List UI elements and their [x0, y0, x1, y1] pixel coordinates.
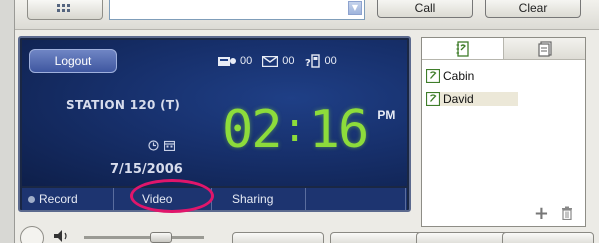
volume-slider-thumb[interactable]	[150, 232, 172, 243]
bottom-button-2[interactable]	[330, 232, 422, 243]
video-highlight-annotation	[130, 179, 214, 213]
chevron-down-icon[interactable]: ▼	[348, 1, 362, 15]
contacts-panel: Cabin David +	[421, 37, 586, 227]
tab-sharing[interactable]: Sharing	[212, 188, 306, 210]
calendar-icon[interactable]	[164, 140, 175, 151]
contact-icon	[426, 69, 440, 83]
call-button[interactable]: Call	[377, 0, 473, 18]
tab-contacts[interactable]	[422, 38, 504, 59]
contact-name: David	[440, 92, 518, 106]
message-count: 00	[282, 55, 295, 67]
contact-row-cabin[interactable]: Cabin	[426, 66, 581, 86]
voicemail-count: 00	[240, 55, 253, 67]
envelope-icon	[262, 55, 279, 67]
contact-icon	[426, 92, 440, 106]
phone-display-panel: Logout 00 00 ? 00 STATION 120 (T) 7/15/2…	[18, 36, 411, 212]
function-tab-strip: Record Video Sharing	[22, 188, 407, 210]
status-indicators: 00 00 ? 00	[218, 54, 347, 68]
clock-ampm: PM	[377, 108, 396, 122]
missed-calls-count: 00	[324, 55, 337, 67]
contacts-tabs	[422, 38, 585, 60]
date-display: 7/15/2006	[110, 162, 183, 177]
voicemail-status[interactable]: 00	[218, 55, 252, 67]
dialpad-button[interactable]	[27, 0, 103, 20]
clear-button[interactable]: Clear	[485, 0, 581, 18]
contact-list: Cabin David	[422, 60, 585, 109]
address-input[interactable]: ▼	[109, 0, 365, 20]
record-dot-icon	[28, 195, 35, 203]
missed-call-icon: ?	[305, 54, 320, 68]
tab-sharing-label: Sharing	[232, 192, 274, 206]
history-book-icon	[537, 40, 552, 57]
clock-icon[interactable]	[148, 140, 159, 151]
trash-icon[interactable]	[561, 206, 573, 220]
tab-empty[interactable]	[306, 188, 406, 210]
missed-calls-status[interactable]: ? 00	[305, 54, 337, 68]
tab-record[interactable]: Record	[22, 188, 114, 210]
contact-row-david[interactable]: David	[426, 89, 581, 109]
contact-book-icon	[456, 40, 469, 57]
bottom-button-4[interactable]	[502, 232, 594, 243]
tab-history[interactable]	[504, 38, 585, 59]
digital-clock: 02 : 16 PM	[222, 104, 395, 156]
contact-name: Cabin	[443, 69, 475, 83]
display-screen: Logout 00 00 ? 00 STATION 120 (T) 7/15/2…	[22, 40, 407, 186]
speaker-icon[interactable]	[52, 229, 74, 243]
logout-button[interactable]: Logout	[29, 49, 117, 73]
voicemail-icon	[218, 56, 236, 66]
contacts-footer: +	[422, 200, 585, 226]
tab-record-label: Record	[39, 192, 78, 206]
bottom-button-3[interactable]	[416, 232, 508, 243]
clock-colon: :	[282, 105, 307, 151]
top-toolbar: ▼ Call Clear	[15, 0, 599, 30]
svg-text:?: ?	[305, 58, 311, 68]
bottom-button-1[interactable]	[232, 232, 324, 243]
add-contact-icon[interactable]: +	[534, 203, 549, 224]
dialpad-icon	[57, 4, 70, 12]
mic-button[interactable]	[20, 226, 44, 243]
clock-hours: 02	[222, 100, 283, 160]
station-label: STATION 120 (T)	[66, 98, 181, 112]
date-time-icons	[148, 140, 175, 151]
message-status[interactable]: 00	[262, 55, 295, 67]
clock-minutes: 16	[308, 100, 370, 160]
volume-slider-track[interactable]	[84, 236, 204, 239]
